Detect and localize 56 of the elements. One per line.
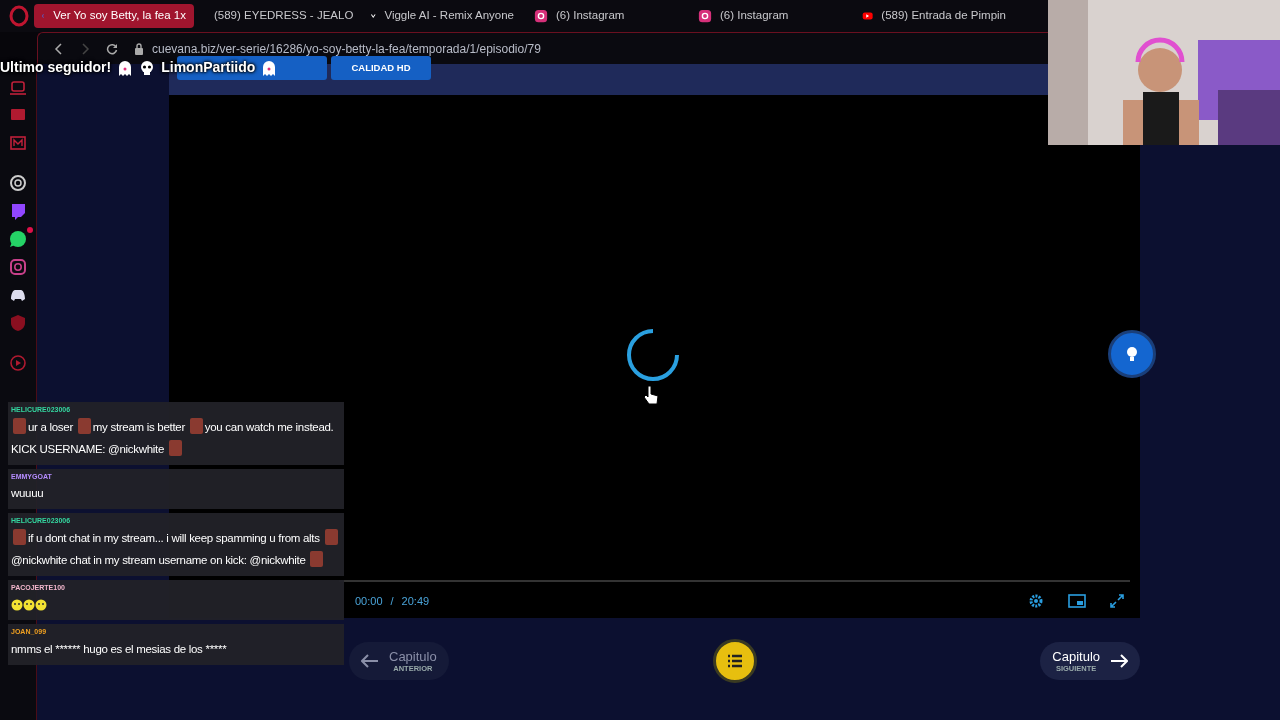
browser-logo-icon <box>8 5 30 27</box>
ghost-icon <box>117 59 134 76</box>
chat-bubble-icon[interactable] <box>9 202 27 220</box>
video-play-icon <box>862 9 874 23</box>
message-text: @nickwhite chat in my stream username on kick: @nickwhite <box>11 553 306 566</box>
follower-banner-text: Ultimo seguidor! <box>0 58 112 77</box>
picture-in-picture-icon[interactable] <box>1068 594 1086 608</box>
reload-icon[interactable] <box>106 42 118 55</box>
camera-icon[interactable] <box>9 258 27 276</box>
camera-icon <box>698 9 712 23</box>
smiley-icon <box>23 598 35 611</box>
fullscreen-icon[interactable] <box>1110 594 1124 608</box>
hand-pointer-icon <box>643 385 659 405</box>
skull-icon <box>139 59 156 76</box>
arrow-icon <box>1110 654 1128 668</box>
message-text: wuuuu <box>11 487 44 499</box>
browser-tab[interactable]: (589) Entrada de Pimpin <box>854 4 1014 28</box>
settings-icon[interactable] <box>1028 593 1044 609</box>
robot-icon[interactable] <box>9 78 27 96</box>
lock-icon <box>134 42 144 55</box>
emote-icon <box>13 417 26 434</box>
smiley-icon <box>35 598 47 611</box>
browser-tab[interactable]: (589) EYEDRESS - JEALO <box>198 4 358 28</box>
arrow-icon <box>361 654 379 668</box>
ghost-icon <box>261 59 278 76</box>
message-text: nmms el ****** hugo es el mesias de los ***** <box>11 642 227 655</box>
list-icon <box>726 654 743 668</box>
emote-icon <box>13 528 26 545</box>
back-icon[interactable] <box>54 42 64 55</box>
episode-list-button[interactable] <box>712 639 757 683</box>
time-separator: / <box>390 593 394 609</box>
quality-button[interactable]: CALIDAD HD <box>331 56 431 80</box>
loading-spinner-icon <box>625 327 681 383</box>
message-text: you can watch me instead. <box>204 420 334 433</box>
phone-chat-icon[interactable] <box>9 230 27 248</box>
message-text: ur a loser <box>28 420 73 433</box>
browser-tab[interactable]: Viggle AI - Remix Anyone <box>362 4 522 28</box>
emote-icon <box>189 417 203 434</box>
mail-icon[interactable] <box>9 134 27 152</box>
browser-tab[interactable]: (6) Instagram <box>526 4 686 28</box>
current-time: 00:00 <box>355 593 383 609</box>
message-text: KICK USERNAME: @nickwhite <box>11 442 165 455</box>
camera-icon <box>534 9 548 23</box>
emote-icon <box>324 528 338 545</box>
message-text: my stream is better <box>92 420 185 433</box>
browser-tab[interactable]: Ver Yo soy Betty, la fea 1x <box>34 4 194 28</box>
lightbulb-icon <box>1126 346 1138 362</box>
emote-icon <box>169 439 182 456</box>
address-field[interactable]: cuevana.biz/ver-serie/16286/yo-soy-betty-la-fea/temporada/1/episodio/79 <box>152 39 541 58</box>
browser-tab[interactable]: (6) Instagram <box>690 4 850 28</box>
total-time: 20:49 <box>401 593 430 609</box>
emote-icon <box>77 417 91 434</box>
smiley-icon <box>11 598 23 611</box>
emote-icon <box>310 550 324 567</box>
play-icon[interactable] <box>9 354 27 372</box>
message-text: if u dont chat in my stream... i will keep spamming u from alts <box>28 531 320 544</box>
